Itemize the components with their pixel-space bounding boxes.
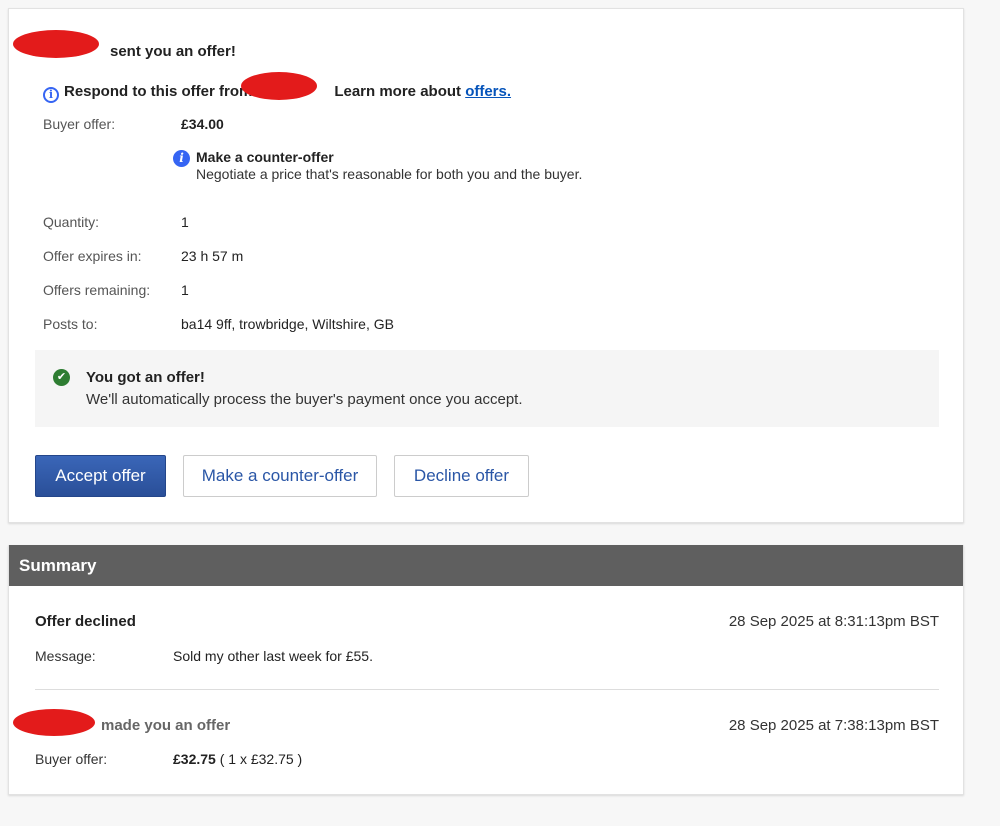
- accept-offer-button[interactable]: Accept offer: [35, 455, 166, 497]
- notice-title: You got an offer!: [86, 369, 205, 386]
- summary-header: Summary: [9, 545, 963, 586]
- buyer-offer-label: Buyer offer:: [43, 116, 116, 132]
- detail-value: 1: [181, 282, 189, 298]
- counter-tip-title: Make a counter-offer: [196, 149, 334, 165]
- counter-offer-button[interactable]: Make a counter-offer: [183, 455, 377, 497]
- field-value: £32.75 ( 1 x £32.75 ): [173, 751, 302, 767]
- offer-headline: sent you an offer!: [110, 43, 236, 60]
- field-value: Sold my other last week for £55.: [173, 648, 373, 664]
- detail-label: Quantity:: [43, 214, 100, 230]
- offer-notice: ✔ You got an offer! We'll automatically …: [35, 350, 939, 427]
- check-circle-icon: ✔: [53, 369, 70, 386]
- summary-entry-title: Offer declined: [35, 613, 136, 630]
- notice-body: We'll automatically process the buyer's …: [86, 391, 523, 408]
- redacted-buyer-name-3: [13, 709, 95, 736]
- summary-divider: [35, 689, 939, 690]
- field-label: Buyer offer:: [35, 751, 108, 767]
- summary-entry-title: made you an offer: [101, 717, 231, 734]
- redacted-buyer-name: [13, 30, 99, 58]
- respond-text: Respond to this offer from: [64, 83, 253, 100]
- detail-value: ba14 9ff, trowbridge, Wiltshire, GB: [181, 316, 394, 332]
- detail-label: Offers remaining:: [43, 282, 151, 298]
- summary-entry-date: 28 Sep 2025 at 8:31:13pm BST: [728, 613, 939, 630]
- detail-label: Posts to:: [43, 316, 98, 332]
- learn-more-text: Learn more about: [334, 83, 462, 100]
- detail-value: 23 h 57 m: [181, 248, 244, 264]
- field-label: Message:: [35, 648, 96, 664]
- offer-breakdown: ( 1 x £32.75 ): [215, 751, 303, 767]
- summary-entry-date: 28 Sep 2025 at 7:38:13pm BST: [728, 717, 939, 734]
- offers-link[interactable]: offers.: [465, 83, 511, 100]
- summary-card: Summary Offer declined 28 Sep 2025 at 8:…: [8, 545, 964, 795]
- decline-offer-button[interactable]: Decline offer: [394, 455, 529, 497]
- info-icon: i: [43, 87, 59, 103]
- info-filled-icon: i: [173, 150, 190, 167]
- offer-card: sent you an offer! i Respond to this offe…: [8, 8, 964, 523]
- detail-value: 1: [181, 214, 189, 230]
- redacted-buyer-name-2: [241, 72, 317, 100]
- counter-tip-body: Negotiate a price that's reasonable for …: [196, 166, 583, 182]
- buyer-offer-value: £34.00: [181, 116, 224, 132]
- offer-amount: £32.75: [173, 751, 216, 767]
- detail-label: Offer expires in:: [43, 248, 142, 264]
